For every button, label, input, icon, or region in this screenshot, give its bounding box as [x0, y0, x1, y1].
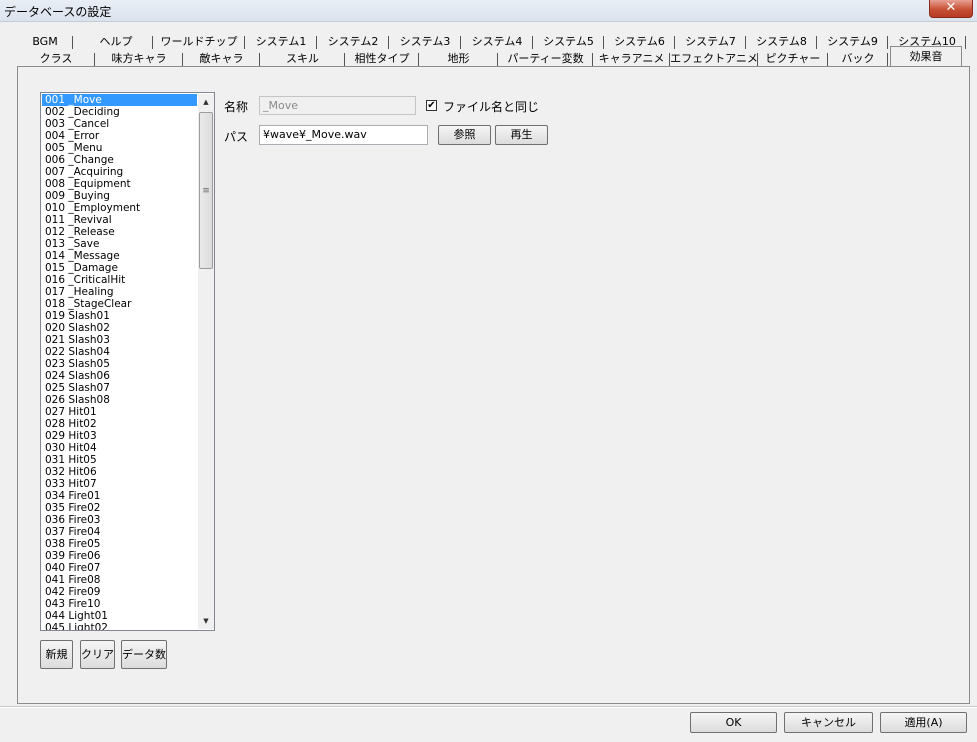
list-item[interactable]: 008 _Equipment [42, 178, 197, 190]
list-item[interactable]: 032 Hit06 [42, 466, 197, 478]
list-item[interactable]: 038 Fire05 [42, 538, 197, 550]
list-item[interactable]: 016 _CriticalHit [42, 274, 197, 286]
list-item[interactable]: 039 Fire06 [42, 550, 197, 562]
list-item[interactable]: 020 Slash02 [42, 322, 197, 334]
list-item[interactable]: 028 Hit02 [42, 418, 197, 430]
tab-bgm[interactable]: BGM [17, 34, 73, 51]
list-item[interactable]: 022 Slash04 [42, 346, 197, 358]
same-as-filename-label: ファイル名と同じ [443, 100, 540, 114]
data-count-button[interactable]: データ数 [121, 640, 167, 669]
cancel-button[interactable]: キャンセル [784, 712, 873, 733]
scroll-down-arrow-icon[interactable]: ▼ [198, 613, 214, 629]
list-item[interactable]: 030 Hit04 [42, 442, 197, 454]
list-item[interactable]: 027 Hit01 [42, 406, 197, 418]
list-item[interactable]: 012 _Release [42, 226, 197, 238]
list-item[interactable]: 033 Hit07 [42, 478, 197, 490]
list-item[interactable]: 043 Fire10 [42, 598, 197, 610]
vertical-scrollbar[interactable]: ▲ ≡ ▼ [198, 94, 214, 629]
tab-system2[interactable]: システム2 [317, 34, 389, 51]
list-item[interactable]: 021 Slash03 [42, 334, 197, 346]
new-button[interactable]: 新規 [40, 640, 73, 669]
same-as-filename-checkbox[interactable]: ✔ [426, 100, 437, 111]
tab-system7[interactable]: システム7 [675, 34, 746, 51]
list-item[interactable]: 007 _Acquiring [42, 166, 197, 178]
list-item[interactable]: 013 _Save [42, 238, 197, 250]
list-item[interactable]: 009 _Buying [42, 190, 197, 202]
list-item[interactable]: 011 _Revival [42, 214, 197, 226]
tab-system6[interactable]: システム6 [604, 34, 675, 51]
close-button[interactable]: ✕ [929, 0, 973, 18]
list-item[interactable]: 005 _Menu [42, 142, 197, 154]
tab-system8[interactable]: システム8 [746, 34, 817, 51]
list-item[interactable]: 014 _Message [42, 250, 197, 262]
apply-button[interactable]: 適用(A) [880, 712, 967, 733]
tab-system9[interactable]: システム9 [817, 34, 888, 51]
scroll-up-arrow-icon[interactable]: ▲ [198, 94, 214, 110]
tab-help[interactable]: ヘルプ [79, 34, 153, 51]
list-item[interactable]: 019 Slash01 [42, 310, 197, 322]
window-title: データベースの設定 [4, 5, 112, 19]
list-item[interactable]: 024 Slash06 [42, 370, 197, 382]
list-item[interactable]: 015 _Damage [42, 262, 197, 274]
title-bar: データベースの設定 ✕ [0, 0, 977, 22]
list-item[interactable]: 041 Fire08 [42, 574, 197, 586]
list-item[interactable]: 017 _Healing [42, 286, 197, 298]
list-item[interactable]: 045 Light02 [42, 622, 197, 630]
list-item[interactable]: 036 Fire03 [42, 514, 197, 526]
ok-button[interactable]: OK [690, 712, 777, 733]
list-item[interactable]: 023 Slash05 [42, 358, 197, 370]
list-item[interactable]: 002 _Deciding [42, 106, 197, 118]
list-item[interactable]: 010 _Employment [42, 202, 197, 214]
list-items: 001 _Move 002 _Deciding 003 _Cancel 004 _Er… [42, 94, 197, 630]
footer-divider-highlight [0, 707, 977, 708]
sound-effect-list[interactable]: 001 _Move 002 _Deciding 003 _Cancel 004 _Er… [40, 92, 215, 631]
tab-system4[interactable]: システム4 [461, 34, 533, 51]
tab-system3[interactable]: システム3 [389, 34, 461, 51]
scroll-thumb[interactable]: ≡ [199, 112, 213, 269]
list-item[interactable]: 026 Slash08 [42, 394, 197, 406]
tab-sound-effect[interactable]: 効果音 [890, 46, 962, 66]
list-item[interactable]: 001 _Move [42, 94, 197, 106]
list-item[interactable]: 037 Fire04 [42, 526, 197, 538]
grip-icon: ≡ [202, 186, 210, 196]
list-item[interactable]: 034 Fire01 [42, 490, 197, 502]
name-label: 名称 [224, 100, 249, 114]
list-item[interactable]: 031 Hit05 [42, 454, 197, 466]
list-item[interactable]: 018 _StageClear [42, 298, 197, 310]
tab-system1[interactable]: システム1 [245, 34, 317, 51]
browse-button[interactable]: 参照 [438, 125, 491, 145]
path-label: パス [224, 130, 249, 144]
list-item[interactable]: 003 _Cancel [42, 118, 197, 130]
path-field[interactable]: ¥wave¥_Move.wav [259, 125, 428, 145]
clear-button[interactable]: クリア [80, 640, 115, 669]
list-item[interactable]: 006 _Change [42, 154, 197, 166]
list-item[interactable]: 029 Hit03 [42, 430, 197, 442]
list-item[interactable]: 035 Fire02 [42, 502, 197, 514]
list-item[interactable]: 025 Slash07 [42, 382, 197, 394]
list-item[interactable]: 040 Fire07 [42, 562, 197, 574]
name-field[interactable]: _Move [259, 96, 416, 115]
list-item[interactable]: 042 Fire09 [42, 586, 197, 598]
tab-world-chip[interactable]: ワールドチップ [153, 34, 245, 51]
list-item[interactable]: 044 Light01 [42, 610, 197, 622]
list-item[interactable]: 004 _Error [42, 130, 197, 142]
tab-system5[interactable]: システム5 [533, 34, 604, 51]
play-button[interactable]: 再生 [495, 125, 548, 145]
